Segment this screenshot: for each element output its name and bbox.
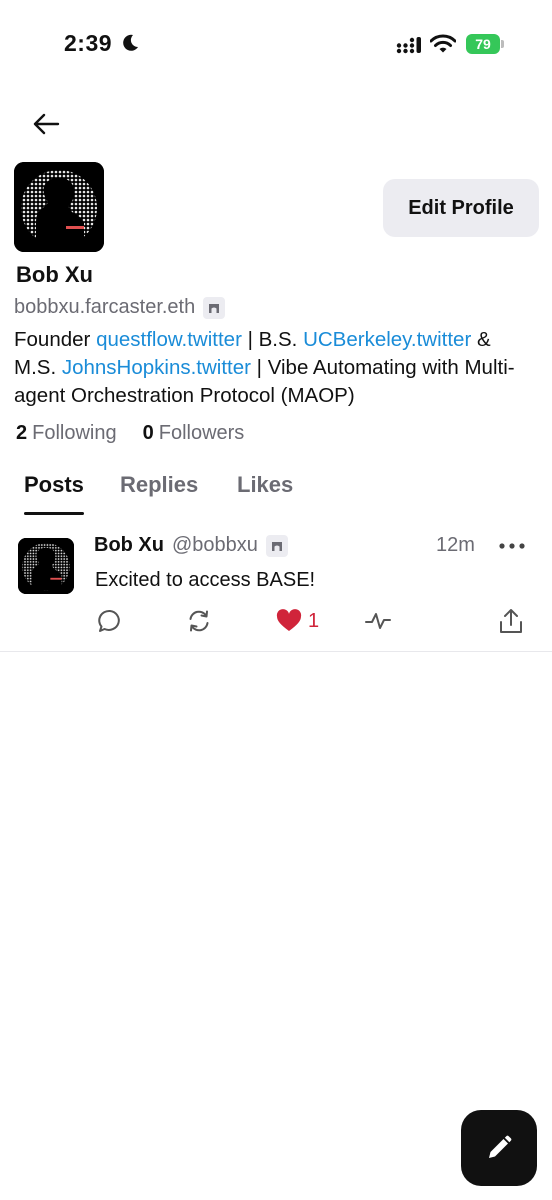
bio-text-founder: Founder: [14, 328, 97, 351]
like-button[interactable]: 1: [276, 606, 319, 636]
farcaster-badge-icon: [265, 534, 288, 557]
followers-label: Followers: [158, 422, 245, 444]
share-up-icon: [500, 609, 522, 633]
profile-handle: bobbxu.farcaster.eth: [14, 296, 196, 318]
edit-profile-button[interactable]: Edit Profile: [383, 179, 539, 237]
bio-link-johnshopkins[interactable]: JohnsHopkins.twitter: [62, 356, 251, 379]
tab-posts[interactable]: Posts: [24, 472, 84, 498]
post-more-button[interactable]: [498, 534, 526, 558]
active-tab-indicator: [24, 512, 84, 515]
post-item[interactable]: Bob Xu @bobbxu 12m Excited to access BAS…: [0, 526, 552, 652]
recast-button[interactable]: [186, 606, 212, 636]
wifi-icon: [430, 34, 456, 53]
cellular-signal-icon: [396, 37, 421, 54]
tab-likes[interactable]: Likes: [237, 472, 293, 498]
following-count: 2: [16, 422, 28, 444]
activity-button[interactable]: [364, 606, 392, 636]
bio-link-questflow[interactable]: questflow.twitter: [96, 328, 242, 351]
profile-tabs: Posts Replies Likes: [0, 466, 552, 516]
status-time: 2:39: [64, 30, 113, 56]
pixel-portrait-avatar: [18, 538, 74, 594]
status-bar: 2:39 79: [0, 0, 552, 90]
back-button[interactable]: [22, 104, 70, 144]
post-timestamp: 12m: [436, 534, 475, 556]
moon-icon: [123, 34, 138, 51]
post-author-name[interactable]: Bob Xu: [94, 534, 164, 557]
profile-avatar[interactable]: [14, 162, 104, 252]
post-avatar[interactable]: [18, 538, 74, 594]
compose-button[interactable]: [461, 1110, 537, 1186]
recycle-arrows-icon: [189, 610, 209, 632]
pencil-icon: [489, 1135, 512, 1158]
arrow-left-icon: [33, 113, 60, 135]
battery-level: 79: [466, 34, 500, 54]
profile-display-name: Bob Xu: [16, 262, 93, 287]
ellipsis-icon: [499, 543, 525, 549]
heart-icon: [276, 609, 302, 631]
share-button[interactable]: [498, 606, 524, 636]
following-label: Following: [32, 422, 117, 444]
tab-replies[interactable]: Replies: [120, 472, 198, 498]
like-count: 1: [308, 609, 320, 632]
post-author-handle[interactable]: @bobbxu: [172, 534, 258, 557]
battery-tip: [501, 40, 504, 48]
battery-indicator: 79: [466, 34, 504, 54]
reply-button[interactable]: [97, 606, 123, 636]
post-header: Bob Xu @bobbxu: [94, 534, 288, 557]
follow-stats: 2 Following 0 Followers: [16, 422, 244, 445]
farcaster-badge-icon: [203, 296, 226, 319]
following-link[interactable]: 2 Following: [16, 422, 117, 445]
pulse-icon: [365, 613, 391, 629]
pixel-portrait-avatar: [14, 162, 104, 252]
profile-handle-row: bobbxu.farcaster.eth: [14, 296, 226, 319]
bio-text-bs: | B.S.: [241, 328, 304, 351]
profile-bio: Founder questflow.twitter | B.S. UCBerke…: [14, 326, 534, 410]
followers-count: 0: [142, 422, 154, 444]
post-body: Excited to access BASE!: [95, 569, 316, 591]
speech-bubble-icon: [98, 609, 120, 632]
followers-link[interactable]: 0 Followers: [143, 422, 245, 445]
bio-link-ucberkeley[interactable]: UCBerkeley.twitter: [303, 328, 471, 351]
